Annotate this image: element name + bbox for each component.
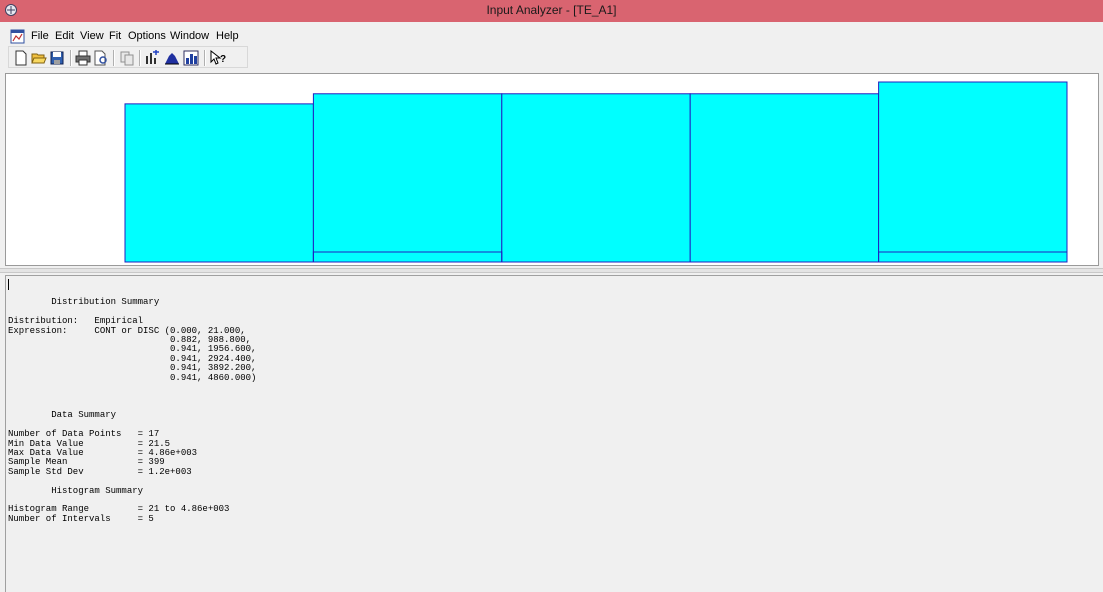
fit-density-bar (689, 93, 880, 263)
histogram-chart (124, 81, 1068, 263)
menu-window[interactable]: Window (170, 30, 209, 42)
save-icon[interactable] (49, 50, 65, 66)
distribution-report: Distribution Summary Distribution: Empir… (8, 289, 256, 524)
fit-density-bar (878, 81, 1068, 263)
report-line: Sample Std Dev = 1.2e+003 (8, 466, 192, 477)
splitter-bar[interactable] (0, 268, 1103, 273)
window-title: Input Analyzer - [TE_A1] (486, 3, 617, 17)
print-preview-icon[interactable] (93, 50, 109, 66)
summary-text-pane: Distribution Summary Distribution: Empir… (5, 275, 1103, 592)
toolbar-separator (204, 50, 206, 66)
title-bar: Input Analyzer - [TE_A1] (0, 0, 1103, 22)
toolbar-separator (113, 50, 115, 66)
open-icon[interactable] (31, 50, 47, 66)
menu-options[interactable]: Options (128, 30, 166, 42)
fit-density-bar (124, 103, 314, 263)
toolbar: ? (8, 46, 248, 68)
copy-icon[interactable] (119, 50, 135, 66)
toolbar-separator (139, 50, 141, 66)
document-icon[interactable] (10, 29, 25, 44)
report-line: Distribution Summary (51, 297, 160, 308)
fit-density-bar (312, 93, 503, 263)
report-line: Histogram Summary (51, 485, 144, 496)
print-icon[interactable] (75, 50, 91, 66)
menu-view[interactable]: View (80, 30, 104, 42)
fit-density-bar (501, 93, 691, 263)
new-icon[interactable] (13, 50, 29, 66)
histogram-chart-pane (5, 73, 1099, 266)
fit-all-icon[interactable] (145, 50, 161, 66)
menu-fit[interactable]: Fit (109, 30, 121, 42)
report-line: 0.941, 4860.000) (170, 372, 257, 383)
report-line: Data Summary (51, 410, 117, 421)
menu-bar: File Edit View Fit Options Window Help (0, 28, 1103, 46)
context-help-icon[interactable]: ? (210, 50, 226, 66)
report-line: Number of Intervals = 5 (8, 513, 154, 524)
histogram-icon[interactable] (183, 50, 199, 66)
svg-text:?: ? (220, 54, 226, 65)
menu-file[interactable]: File (31, 30, 49, 42)
menu-edit[interactable]: Edit (55, 30, 74, 42)
fit-distribution-icon[interactable] (164, 50, 180, 66)
toolbar-separator (70, 50, 72, 66)
menu-help[interactable]: Help (216, 30, 239, 42)
